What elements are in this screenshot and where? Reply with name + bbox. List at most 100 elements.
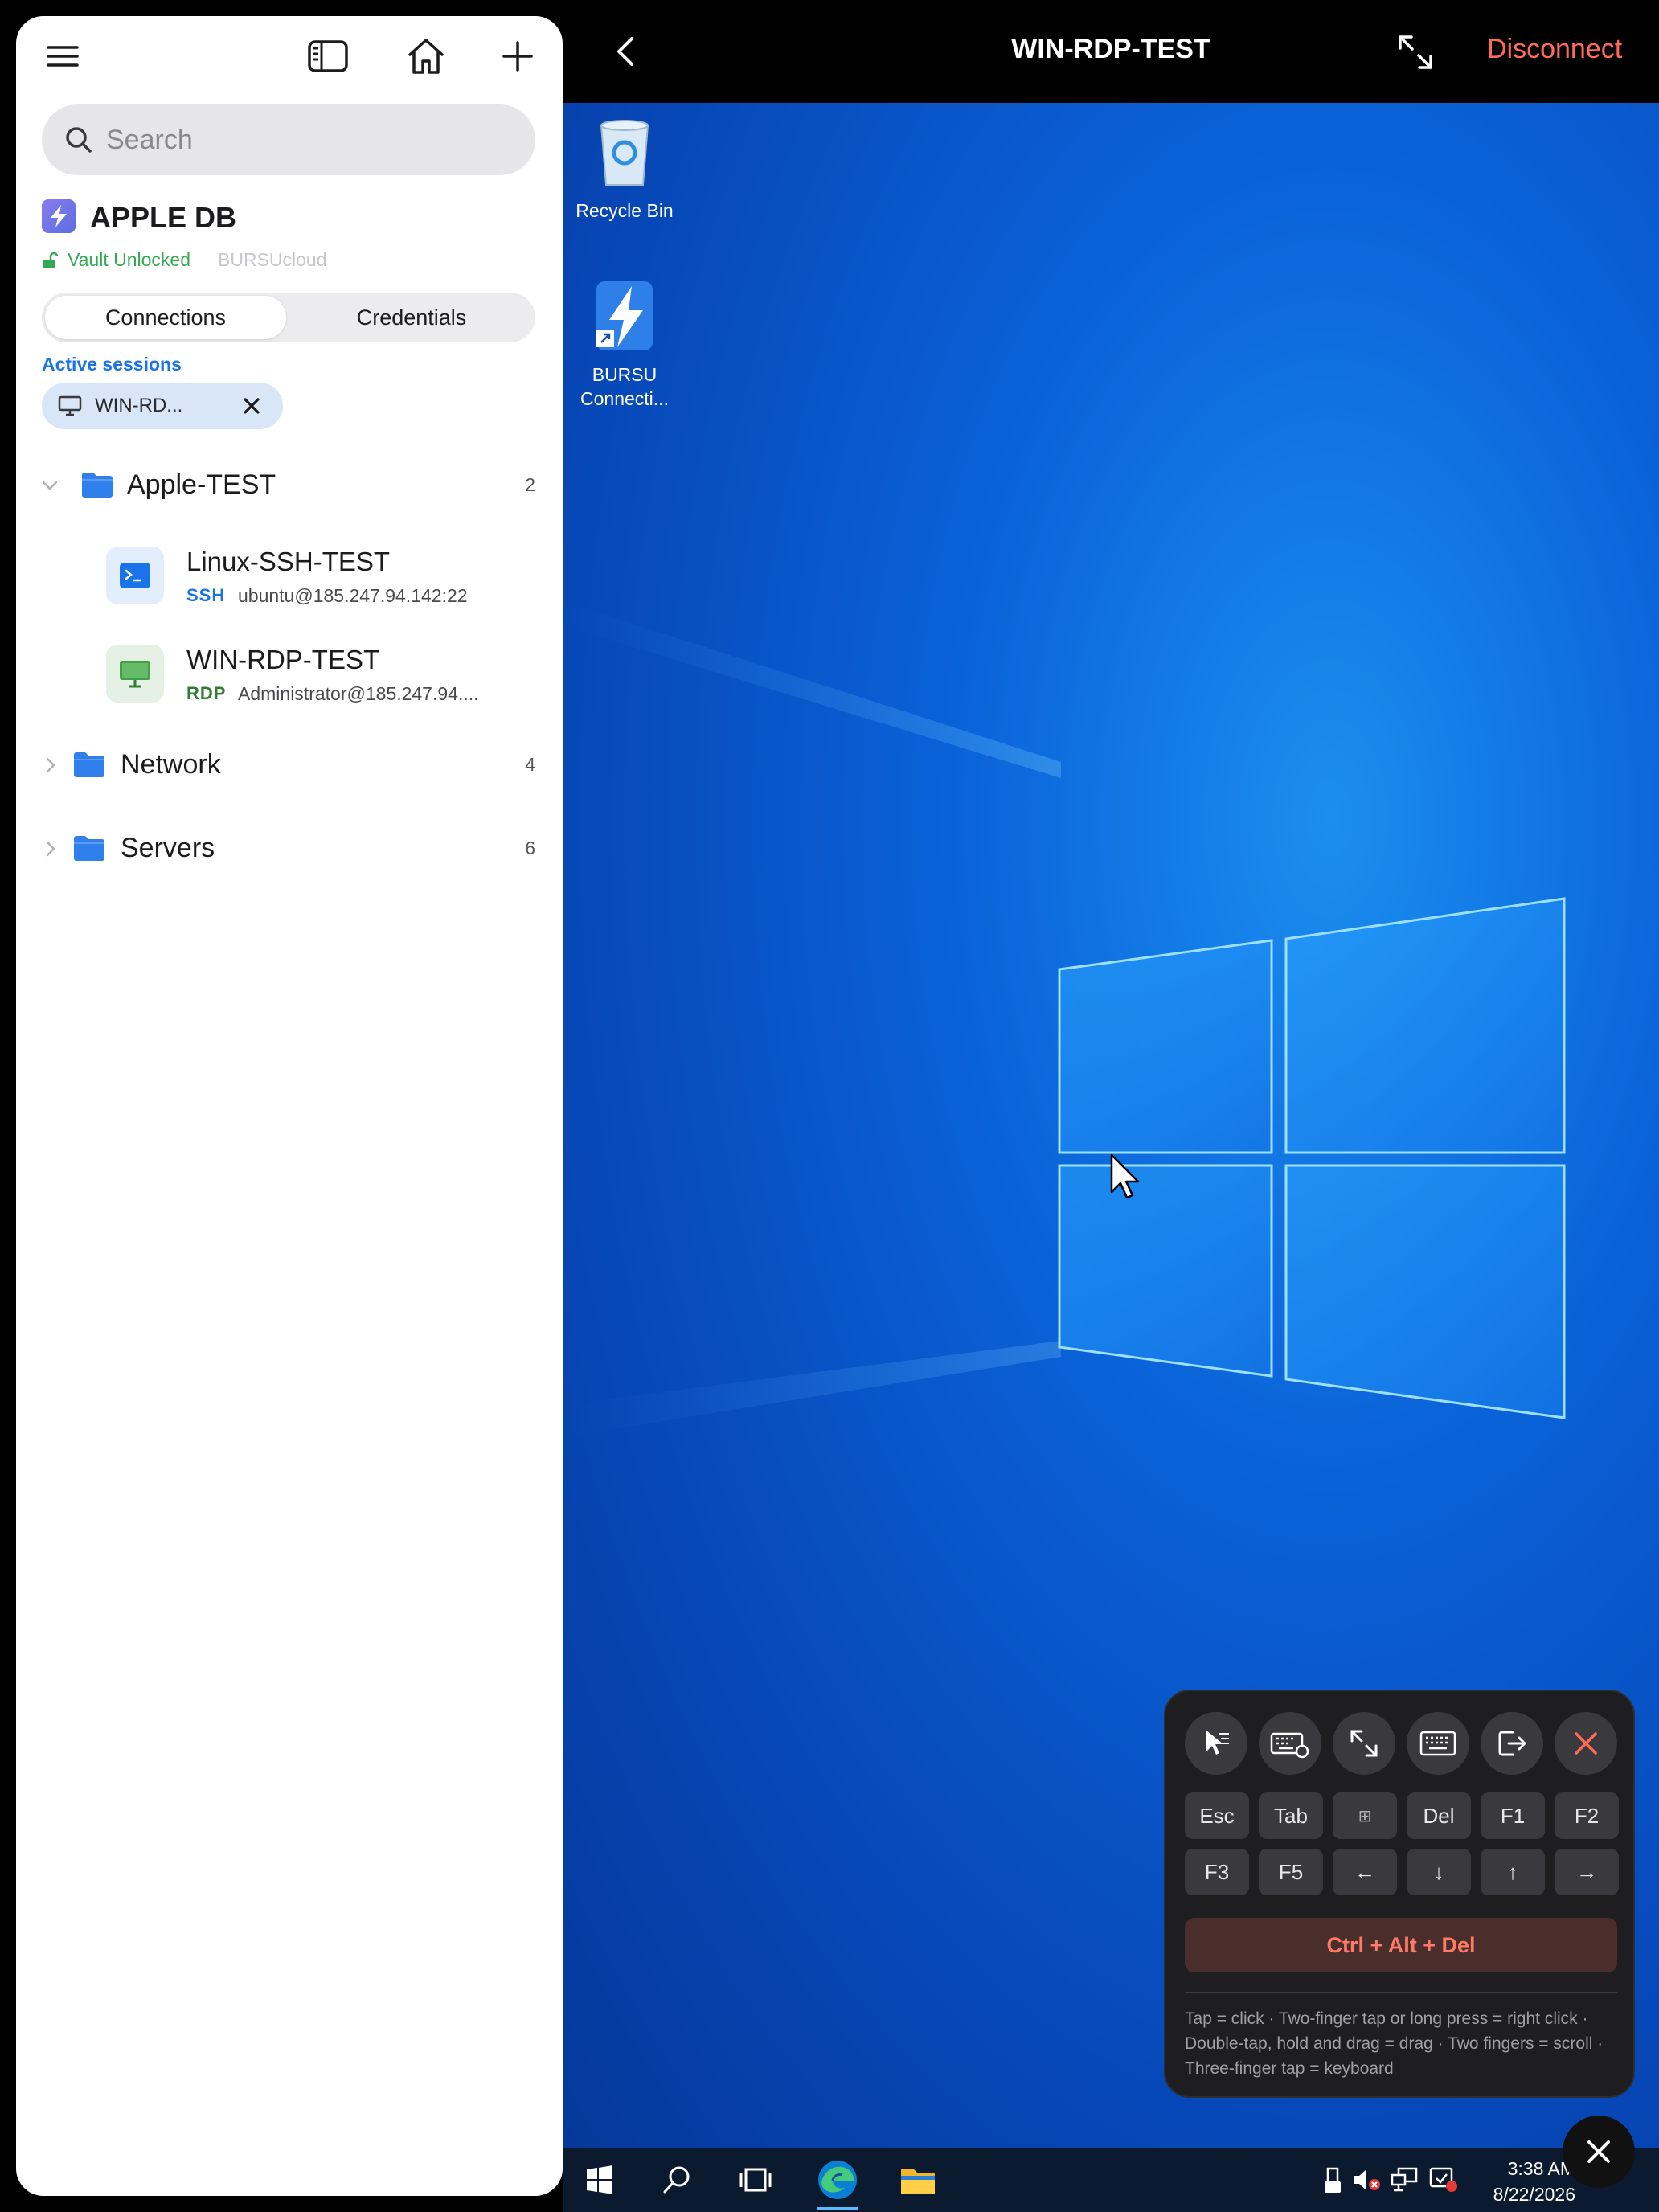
gesture-help-text: Tap = click · Two-finger tap or long pre… [1185,2009,1604,2078]
task-view-button[interactable] [736,2161,775,2199]
key-windows[interactable]: ⊞ [1333,1792,1397,1839]
connection-name: WIN-RDP-TEST [186,645,380,674]
fullscreen-icon[interactable] [1395,32,1436,72]
windows-taskbar: 3:38 AM 8/22/2026 [563,2148,1659,2212]
vault-name: APPLE DB [90,201,237,234]
desktop-icon-label: BURSU Connecti... [580,364,669,409]
unlock-icon [43,252,59,268]
windows-start-icon [587,2165,612,2194]
fit-screen-button[interactable] [1333,1712,1395,1775]
vault-cloud-label: BURSUcloud [218,249,327,270]
chevron-right-icon[interactable] [40,839,59,858]
folder-icon [74,752,104,777]
key-arrow-right[interactable]: → [1555,1849,1619,1895]
usb-icon[interactable] [1321,2167,1344,2194]
key-f1[interactable]: F1 [1481,1792,1545,1839]
desktop-monitor-icon [106,645,164,703]
folder-count: 6 [525,838,535,858]
folder-network[interactable]: Network 4 [16,736,563,793]
key-f2[interactable]: F2 [1555,1792,1619,1839]
active-sessions-label: Active sessions [42,354,182,375]
sidebar-toolbar [16,16,563,90]
keyboard-icon [1419,1731,1456,1756]
protocol-badge: SSH [186,585,226,605]
folder-icon [901,2169,935,2194]
chevron-right-icon[interactable] [40,756,59,775]
search-icon [66,127,92,153]
file-explorer-button[interactable] [895,2161,940,2199]
taskbar-search[interactable] [657,2161,696,2199]
security-alert-icon[interactable] [1429,2165,1458,2193]
protocol-badge: RDP [186,683,227,703]
recycle-bin-icon[interactable]: Recycle Bin [564,116,685,223]
hamburger-icon [47,46,79,67]
session-toolbar: WIN-RDP-TEST Disconnect [563,0,1659,103]
folder-name: Servers [121,833,215,863]
connection-win-rdp-test[interactable]: WIN-RDP-TEST RDP Administrator@185.247.9… [16,630,563,719]
key-arrow-down[interactable]: ↓ [1407,1849,1471,1895]
tab-connections[interactable]: Connections [45,296,286,339]
search-icon [663,2166,690,2194]
volume-muted-icon[interactable] [1352,2167,1381,2193]
edge-button[interactable] [815,2157,860,2202]
tab-credentials[interactable]: Credentials [291,296,532,339]
connection-name: Linux-SSH-TEST [186,547,391,576]
clock-date: 8/22/2026 [1493,2184,1575,2205]
taskbar-clock[interactable]: 3:38 AM 8/22/2026 [1479,2156,1575,2207]
monitor-icon [58,395,82,416]
folder-count: 2 [525,474,535,495]
expand-icon [1350,1730,1378,1757]
search-input[interactable] [106,124,524,156]
vault-status: Vault Unlocked BURSUcloud [42,249,327,271]
panel-divider [1185,1992,1617,1993]
key-del[interactable]: Del [1407,1792,1471,1839]
segmented-control: Connections Credentials [42,293,535,342]
active-app-indicator [817,2207,858,2210]
key-f3[interactable]: F3 [1185,1849,1249,1895]
menu-button[interactable] [39,32,87,80]
home-button[interactable] [402,32,450,80]
sign-out-icon [1498,1731,1526,1756]
keyboard-settings-button[interactable] [1259,1712,1321,1775]
folder-name: Network [121,749,221,780]
pointer-icon [1206,1731,1229,1755]
search-bar[interactable] [42,104,535,175]
connection-linux-ssh-test[interactable]: Linux-SSH-TEST SSH ubuntu@185.247.94.142… [16,532,563,621]
vault-logo-icon [42,199,76,233]
folder-servers[interactable]: Servers 6 [16,820,563,876]
close-panel-button[interactable] [1555,1712,1617,1775]
ctrl-alt-del-button[interactable]: Ctrl + Alt + Del [1185,1918,1617,1972]
edge-icon [818,2161,857,2199]
home-icon [408,39,444,74]
clock-time: 3:38 AM [1507,2158,1575,2179]
key-arrow-left[interactable]: ← [1333,1849,1397,1895]
active-session-label: WIN-RD... [95,395,183,416]
plus-icon [502,41,533,72]
chevron-down-icon[interactable] [40,476,59,495]
mouse-cursor-icon [1110,1153,1140,1199]
close-icon [1575,1732,1597,1755]
mouse-mode-button[interactable] [1185,1712,1247,1775]
add-button[interactable] [494,32,542,80]
show-keyboard-button[interactable] [1407,1712,1469,1775]
toggle-sidebar-button[interactable] [304,32,352,80]
start-button[interactable] [580,2161,619,2199]
folder-icon [82,473,113,498]
close-session-icon[interactable] [241,395,262,416]
network-icon[interactable] [1391,2167,1418,2193]
active-session-chip[interactable]: WIN-RD... [42,383,283,429]
key-f5[interactable]: F5 [1259,1849,1323,1895]
key-esc[interactable]: Esc [1185,1792,1249,1839]
key-tab[interactable]: Tab [1259,1792,1323,1839]
key-arrow-up[interactable]: ↑ [1481,1849,1545,1895]
close-overlay-button[interactable] [1563,2116,1635,2188]
bursu-app-image [596,281,653,350]
connection-host: Administrator@185.247.94.... [238,683,479,704]
sign-out-button[interactable] [1481,1712,1543,1775]
folder-apple-test[interactable]: Apple-TEST 2 [16,457,563,513]
vault-status-text: Vault Unlocked [68,249,190,270]
bursu-shortcut-icon[interactable]: BURSU Connecti... [564,280,685,411]
sidebar-icon [308,40,348,72]
folder-count: 4 [525,754,535,775]
disconnect-button[interactable]: Disconnect [1487,34,1622,65]
